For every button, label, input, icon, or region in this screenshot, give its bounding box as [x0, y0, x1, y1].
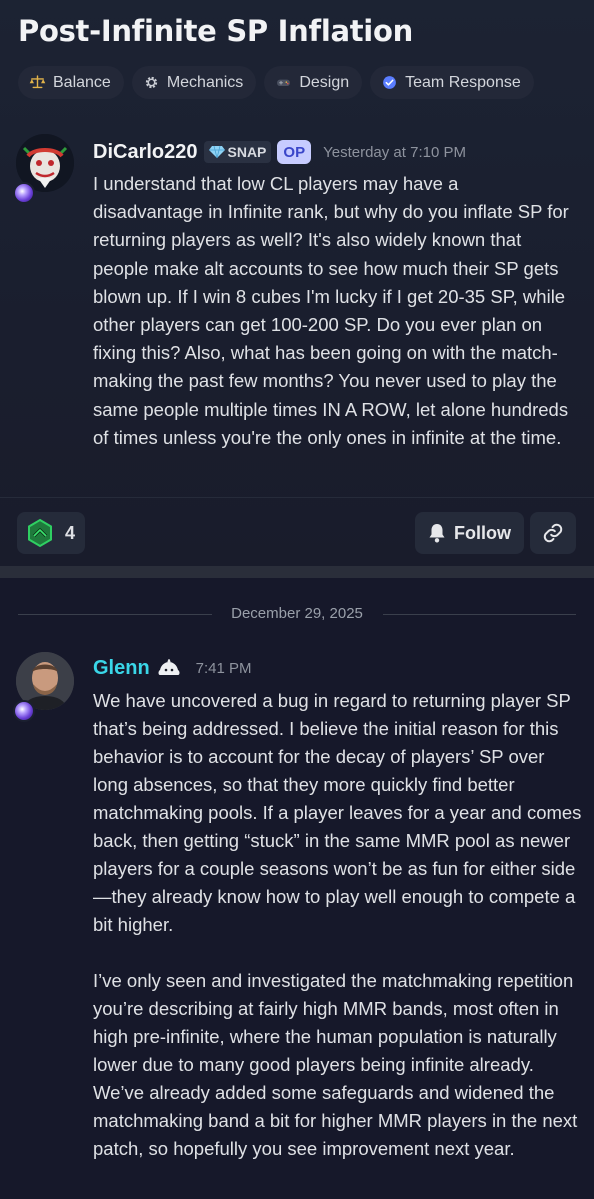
tag-mechanics[interactable]: Mechanics	[131, 66, 257, 99]
reaction-count: 4	[65, 522, 76, 543]
bell-icon	[429, 524, 445, 543]
author-name[interactable]: DiCarlo220	[93, 141, 198, 164]
gear-icon	[145, 76, 157, 89]
rank-orb-icon	[13, 700, 35, 722]
tag-label: Balance	[53, 73, 111, 91]
thread-header-area: Post-Infinite SP Inflation Balance Mecha…	[0, 0, 594, 566]
gamepad-icon	[277, 79, 291, 87]
date-separator-text: December 29, 2025	[231, 605, 363, 622]
check-badge-icon	[383, 76, 396, 89]
snap-badge-label: SNAP	[227, 144, 267, 160]
date-separator: December 29, 2025	[0, 604, 594, 626]
post-body: I understand that low CL players may hav…	[93, 173, 569, 448]
tag-design[interactable]: Design	[264, 66, 363, 99]
reply-timestamp: 7:41 PM	[195, 660, 252, 677]
thread-title: Post-Infinite SP Inflation	[18, 14, 413, 48]
reaction-button[interactable]: 4	[17, 512, 85, 554]
staff-blob-icon	[158, 658, 180, 675]
tag-balance[interactable]: Balance	[18, 66, 124, 99]
copy-link-button[interactable]	[530, 512, 576, 554]
section-divider	[0, 566, 594, 578]
reply-avatar[interactable]	[13, 652, 78, 722]
reply-paragraph: I’ve only seen and investigated the matc…	[93, 970, 578, 1159]
author-avatar[interactable]	[13, 134, 78, 204]
post-timestamp: Yesterday at 7:10 PM	[323, 143, 466, 161]
reply-meta: Glenn 7:41 PM	[93, 657, 252, 680]
rank-orb-icon	[13, 182, 35, 204]
reply-author-name[interactable]: Glenn	[93, 657, 150, 680]
op-badge: OP	[277, 140, 312, 164]
snap-badge: SNAP	[203, 141, 272, 163]
follow-label: Follow	[454, 522, 511, 543]
reply-paragraph: We have uncovered a bug in regard to ret…	[93, 690, 582, 935]
tag-list: Balance Mechanics Design Team Response	[18, 66, 534, 99]
post-meta: DiCarlo220 SNAP OP Yesterday at 7:10 PM	[93, 140, 466, 164]
tag-label: Design	[299, 73, 350, 91]
reply-body: We have uncovered a bug in regard to ret…	[93, 687, 583, 1163]
follow-button[interactable]: Follow	[415, 512, 524, 554]
tag-team-response[interactable]: Team Response	[370, 66, 534, 99]
divider	[0, 497, 594, 498]
tag-label: Mechanics	[166, 73, 244, 91]
tag-label: Team Response	[405, 73, 521, 91]
diamond-icon	[208, 145, 225, 159]
balance-scale-icon	[29, 75, 46, 89]
upvote-icon	[28, 518, 52, 548]
link-icon	[543, 523, 563, 543]
